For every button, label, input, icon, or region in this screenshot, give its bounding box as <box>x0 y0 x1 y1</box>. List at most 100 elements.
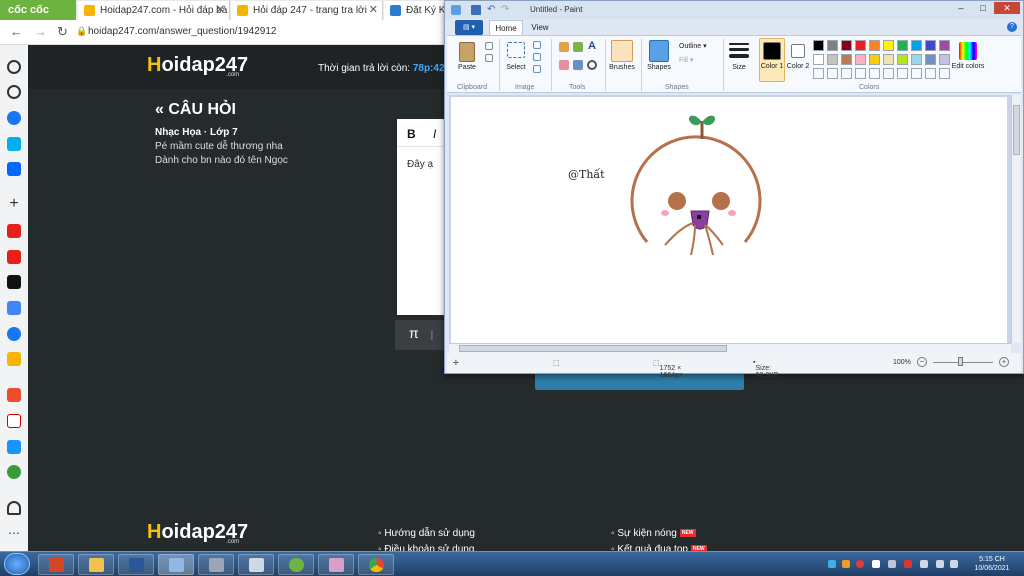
shapes-icon[interactable] <box>649 40 669 62</box>
save-icon[interactable] <box>471 5 481 15</box>
reload-icon[interactable]: ↻ <box>57 24 68 40</box>
tab-home[interactable]: Home <box>489 20 523 35</box>
shopee-icon[interactable] <box>7 388 21 402</box>
palette-swatch[interactable] <box>897 54 908 65</box>
zoom-slider[interactable] <box>933 362 993 363</box>
battery-icon[interactable] <box>950 560 958 568</box>
taskbar-app[interactable] <box>238 554 274 575</box>
palette-swatch-empty[interactable] <box>841 68 852 79</box>
tray-icon[interactable] <box>888 560 896 568</box>
hoidap-icon[interactable] <box>7 352 21 366</box>
browser-tab-3[interactable]: Đặt Ký Khắ <box>384 1 446 20</box>
messenger-icon[interactable] <box>7 111 21 125</box>
redo-icon[interactable]: ↷ <box>501 4 509 16</box>
brush-icon[interactable] <box>611 40 633 62</box>
tiktok-icon[interactable] <box>7 275 21 289</box>
palette-swatch[interactable] <box>841 54 852 65</box>
translate-icon[interactable] <box>7 301 21 315</box>
scroll-thumb[interactable] <box>459 345 727 352</box>
game-icon[interactable] <box>7 465 21 479</box>
color-picker-icon[interactable] <box>573 60 583 70</box>
shapes-button[interactable]: Shapes <box>643 64 675 71</box>
undo-icon[interactable]: ↶ <box>487 4 495 16</box>
crop-icon[interactable] <box>533 41 541 49</box>
close-icon[interactable]: ✕ <box>216 1 225 20</box>
magnifier-icon[interactable] <box>587 60 597 70</box>
browser-tab-1[interactable]: Hoidap247.com - Hỏi đáp bà ✕ <box>78 1 230 20</box>
palette-swatch-empty[interactable] <box>827 68 838 79</box>
palette-swatch-empty[interactable] <box>855 68 866 79</box>
palette-swatch[interactable] <box>841 40 852 51</box>
cut-icon[interactable] <box>485 42 493 50</box>
palette-swatch[interactable] <box>869 54 880 65</box>
select-icon[interactable] <box>507 42 525 58</box>
taskbar-coccoc[interactable] <box>278 554 314 575</box>
palette-swatch[interactable] <box>925 54 936 65</box>
palette-swatch-empty[interactable] <box>869 68 880 79</box>
palette-swatch[interactable] <box>939 54 950 65</box>
more-icon[interactable]: ⋯ <box>7 526 21 540</box>
palette-swatch-empty[interactable] <box>911 68 922 79</box>
brushes-button[interactable]: Brushes <box>607 64 637 71</box>
outline-button[interactable]: Outline ▾ <box>679 42 719 50</box>
footer-link[interactable]: ◦ Hướng dẫn sử dụng <box>378 528 475 539</box>
help-icon[interactable]: ? <box>1007 22 1017 32</box>
palette-swatch[interactable] <box>827 40 838 51</box>
resize-icon[interactable] <box>533 53 541 61</box>
zalo-icon[interactable] <box>7 162 21 176</box>
history-icon[interactable] <box>7 85 21 99</box>
eraser-icon[interactable] <box>559 60 569 70</box>
forward-icon[interactable]: → <box>34 24 47 39</box>
maximize-button[interactable]: □ <box>973 2 993 14</box>
palette-swatch[interactable] <box>813 40 824 51</box>
drawing-canvas[interactable]: @Thất <box>451 97 1007 343</box>
browser-tab-2[interactable]: Hỏi đáp 247 - trang tra lời ✕ <box>231 1 383 20</box>
pencil-icon[interactable] <box>559 42 569 52</box>
tray-icon[interactable] <box>842 560 850 568</box>
settings-icon[interactable] <box>7 60 21 74</box>
palette-swatch-empty[interactable] <box>813 68 824 79</box>
italic-button[interactable]: I <box>433 127 436 141</box>
palette-swatch[interactable] <box>925 40 936 51</box>
zoom-slider-thumb[interactable] <box>958 357 963 366</box>
palette-swatch[interactable] <box>911 54 922 65</box>
zoom-out-button[interactable]: – <box>917 357 927 367</box>
file-menu-button[interactable]: ▤ ▾ <box>455 20 483 35</box>
bell-icon[interactable] <box>7 501 21 515</box>
size-icon[interactable] <box>729 43 749 45</box>
palette-swatch-empty[interactable] <box>897 68 908 79</box>
color2-button[interactable] <box>791 44 805 58</box>
palette-swatch[interactable] <box>855 40 866 51</box>
flag-icon[interactable] <box>872 560 880 568</box>
palette-swatch-empty[interactable] <box>939 68 950 79</box>
footer-logo[interactable]: Hoidap247.com <box>147 521 248 545</box>
edit-colors-icon[interactable] <box>959 42 977 60</box>
palette-swatch[interactable] <box>911 40 922 51</box>
palette-swatch[interactable] <box>883 40 894 51</box>
tab-view[interactable]: View <box>525 20 555 35</box>
clipboard-icon[interactable] <box>459 42 475 62</box>
paste-button[interactable]: Paste <box>453 64 481 71</box>
horizontal-scrollbar[interactable] <box>449 343 1011 353</box>
site-logo[interactable]: Hoidap247.com <box>147 54 248 78</box>
vertical-scrollbar[interactable] <box>1011 95 1021 343</box>
size-button[interactable]: Size <box>727 64 751 71</box>
taskbar-powerpoint[interactable] <box>38 554 74 575</box>
taskbar-snipping[interactable] <box>318 554 354 575</box>
fill-button[interactable]: Fill ▾ <box>679 56 719 64</box>
back-icon[interactable]: ← <box>10 24 23 39</box>
add-icon[interactable]: + <box>7 196 21 212</box>
copy-icon[interactable] <box>485 54 493 62</box>
palette-swatch[interactable] <box>939 40 950 51</box>
palette-swatch[interactable] <box>855 54 866 65</box>
palette-swatch[interactable] <box>813 54 824 65</box>
taskbar-paint[interactable] <box>158 554 194 575</box>
tiki-icon[interactable] <box>7 440 21 454</box>
palette-swatch[interactable] <box>869 40 880 51</box>
start-button[interactable] <box>4 553 30 575</box>
rotate-icon[interactable] <box>533 65 541 73</box>
taskbar-clock[interactable]: 5:15 CH 10/06/2021 <box>962 555 1022 573</box>
close-icon[interactable]: ✕ <box>369 1 378 20</box>
scroll-thumb[interactable] <box>1013 105 1020 155</box>
minimize-button[interactable]: – <box>950 2 972 14</box>
